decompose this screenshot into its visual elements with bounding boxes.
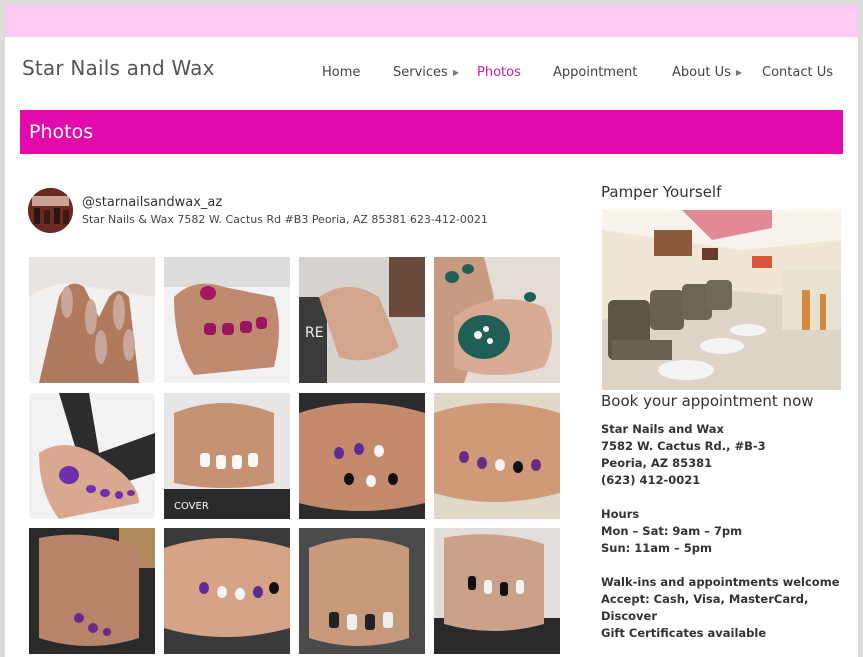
nail-photo-9[interactable] — [29, 528, 155, 654]
nail-photo-1[interactable] — [29, 257, 155, 383]
address-street: 7582 W. Cactus Rd., #B-3 — [601, 439, 766, 453]
site-title[interactable]: Star Nails and Wax — [22, 56, 215, 80]
nail-photo-11[interactable] — [299, 528, 425, 654]
nail-photo-12[interactable] — [434, 528, 560, 654]
page-title: Photos — [29, 121, 94, 143]
nail-photo-4[interactable] — [434, 257, 560, 383]
address-city: Peoria, AZ 85381 — [601, 456, 713, 470]
nav-home[interactable]: Home — [322, 65, 360, 80]
nav-photos-label: Photos — [477, 65, 521, 80]
nav-appointment[interactable]: Appointment — [553, 65, 637, 80]
hours-weekday: Mon – Sat: 9am – 7pm — [601, 524, 743, 538]
nail-photo-5[interactable] — [29, 393, 155, 519]
payment-methods: Accept: Cash, Visa, MasterCard, — [601, 592, 809, 606]
nav-about-us[interactable]: About Us ▶ — [672, 65, 742, 80]
svg-text:RE: RE — [305, 325, 324, 341]
salon-photo — [602, 210, 841, 390]
payment-methods-cont: Discover — [601, 609, 658, 623]
instagram-description: Star Nails & Wax 7582 W. Cactus Rd #B3 P… — [82, 213, 488, 226]
nail-photo-10[interactable] — [164, 528, 290, 654]
nav-photos[interactable]: Photos — [477, 65, 521, 80]
pamper-heading: Pamper Yourself — [601, 183, 722, 201]
top-accent-bar — [5, 5, 858, 37]
page: Star Nails and Wax Home Services ▶ Photos… — [5, 5, 858, 657]
nail-photo-6[interactable]: COVER — [164, 393, 290, 519]
gift-certificates-note: Gift Certificates available — [601, 626, 767, 640]
nav-services[interactable]: Services ▶ — [393, 65, 459, 80]
nav-services-label: Services — [393, 65, 448, 80]
chevron-right-icon: ▶ — [735, 68, 743, 77]
nail-photo-7[interactable] — [299, 393, 425, 519]
chevron-right-icon: ▶ — [452, 68, 459, 77]
nail-photo-2[interactable] — [164, 257, 290, 383]
nav-contact-us[interactable]: Contact Us — [762, 65, 833, 80]
walk-ins-note: Walk-ins and appointments welcome — [601, 575, 840, 589]
phone-number[interactable]: (623) 412-0021 — [601, 473, 700, 487]
business-name: Star Nails and Wax — [601, 422, 724, 436]
nav-contact-us-label: Contact Us — [762, 65, 833, 80]
nav-appointment-label: Appointment — [553, 65, 638, 80]
instagram-handle[interactable]: @starnailsandwax_az — [82, 195, 222, 210]
nail-photo-3[interactable]: RE — [299, 257, 425, 383]
nav-home-label: Home — [322, 65, 361, 80]
hours-label: Hours — [601, 507, 640, 521]
book-heading: Book your appointment now — [601, 392, 814, 410]
nav-about-us-label: About Us — [672, 65, 731, 80]
svg-text:COVER: COVER — [174, 501, 209, 512]
page-banner: Photos — [20, 110, 843, 154]
instagram-avatar[interactable] — [28, 188, 73, 233]
hours-sunday: Sun: 11am – 5pm — [601, 541, 712, 555]
nail-photo-8[interactable] — [434, 393, 560, 519]
